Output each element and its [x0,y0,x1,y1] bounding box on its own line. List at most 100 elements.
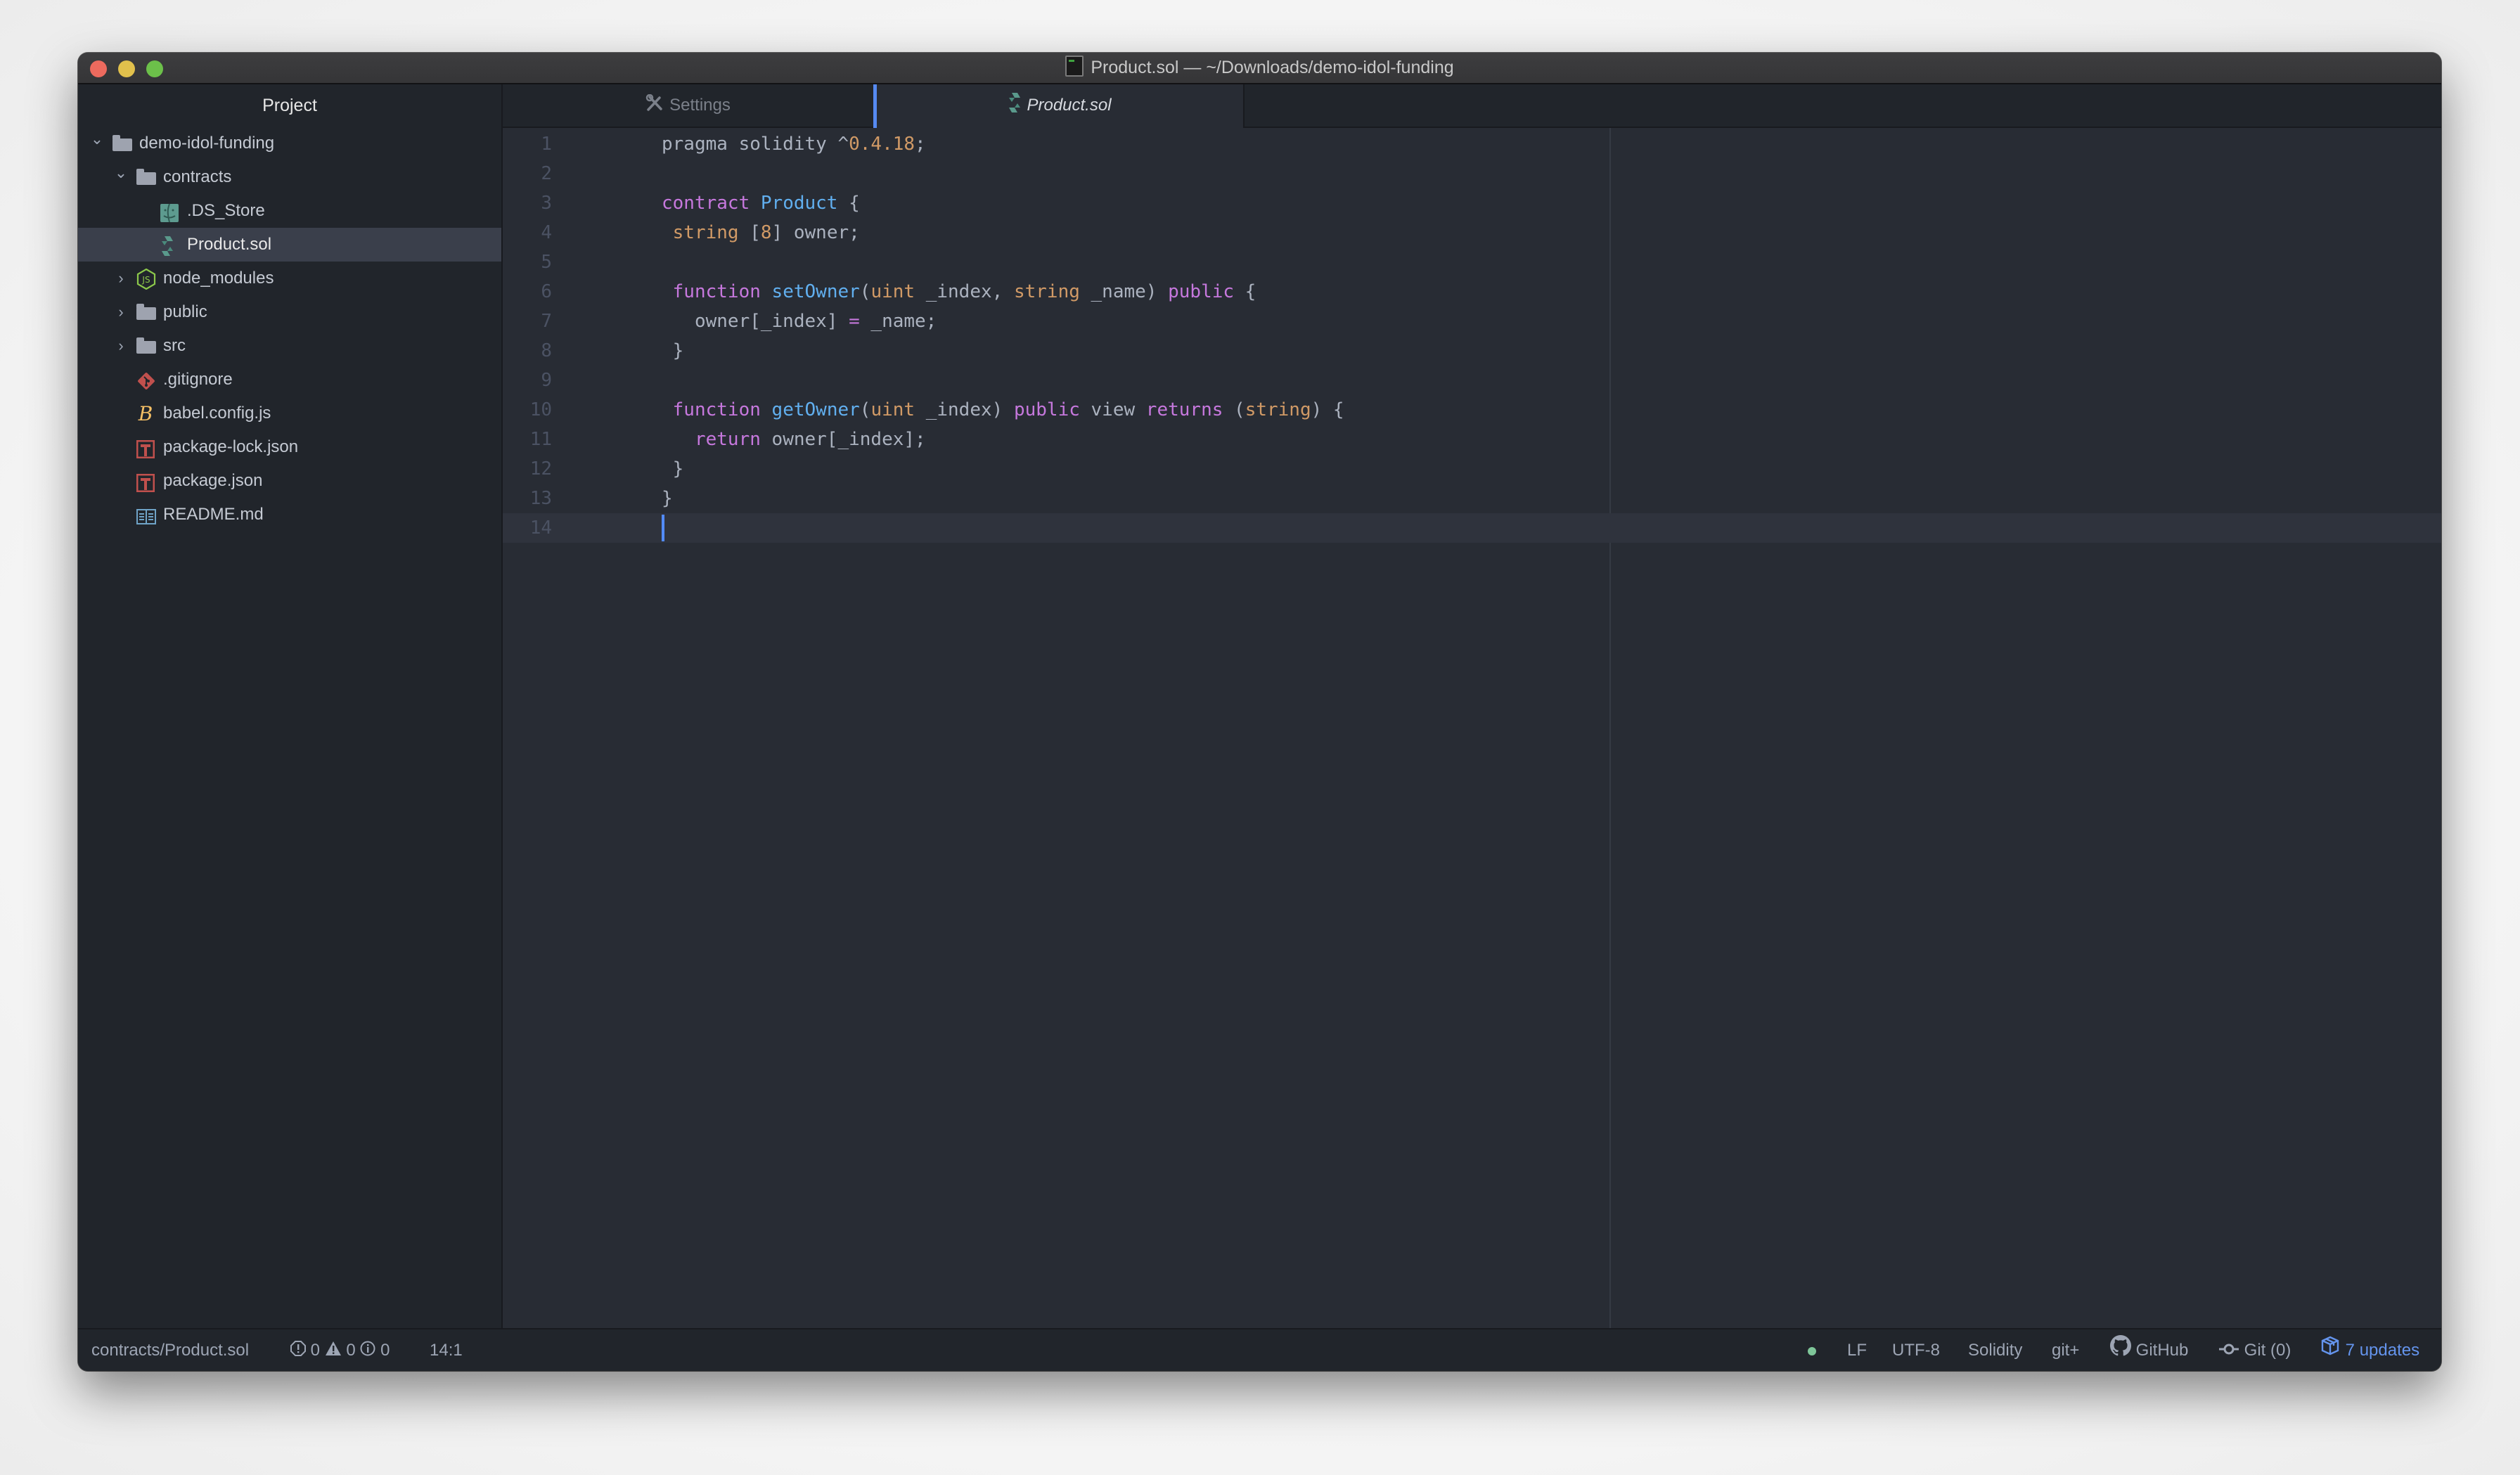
encoding-status[interactable]: UTF-8 [1892,1329,1940,1371]
chevron-right-icon[interactable]: › [112,295,129,329]
code-line[interactable]: 1 pragma solidity ^0.4.18; [503,129,2441,159]
tree-item-node-modules[interactable]: › JS node_modules [78,262,501,295]
code-line[interactable]: 3 contract Product { [503,188,2441,218]
code-text: } [662,336,684,366]
code-line[interactable]: 14 [503,513,2441,543]
line-number: 5 [541,252,552,273]
line-number: 7 [541,311,552,332]
git-plus-status[interactable]: git+ [2052,1329,2079,1371]
code-text: } [662,484,673,513]
code-token: returns [1145,399,1223,420]
updates-status[interactable]: 7 updates [2320,1329,2419,1371]
code-text: } [662,454,684,484]
diagnostics-status[interactable]: 0 0 0 [290,1329,390,1371]
tab-settings[interactable]: Settings [503,84,873,127]
code-token: ) { [1311,399,1344,420]
code-token: _index) [915,399,1014,420]
folder-icon [136,304,156,320]
tree-item-label: public [163,302,207,321]
code-line[interactable]: 13} [503,484,2441,513]
git-label: Git (0) [2244,1341,2291,1360]
tree-item-label: Product.sol [187,235,272,254]
chevron-right-icon[interactable]: › [112,262,129,295]
code-line[interactable]: 8 } [503,336,2441,366]
tree-item-public[interactable]: › public [78,295,501,329]
code-token: string [1013,281,1080,302]
file-path-status[interactable]: contracts/Product.sol [91,1329,249,1371]
svg-text:JS: JS [141,275,150,285]
tree-item-demo-idol-funding[interactable]: ⌄ demo-idol-funding [78,127,501,160]
code-token: string [672,222,739,243]
github-status[interactable]: GitHub [2110,1329,2188,1371]
tab-product-sol[interactable]: Product.sol [873,84,1245,128]
readme-icon [136,504,156,524]
error-count: 0 [310,1341,321,1360]
finder-icon [160,200,179,223]
tree-item-label: package-lock.json [163,437,299,456]
code-line[interactable]: 5 [503,247,2441,277]
code-text: pragma solidity ^0.4.18; [662,129,926,159]
tree-item-package-lock-json[interactable]: package-lock.json [78,430,501,464]
warning-count: 0 [346,1341,356,1360]
code-text: return owner[_index]; [662,425,926,454]
github-label: GitHub [2135,1341,2189,1360]
code-token: _index, [915,281,1014,302]
code-token: } [662,340,684,361]
status-ok-dot [1808,1329,1816,1371]
code-line[interactable]: 12 } [503,454,2441,484]
line-number: 10 [529,399,552,420]
tree-item-readme-md[interactable]: README.md [78,498,501,532]
code-line[interactable]: 4 string [8] owner; [503,218,2441,247]
code-token: view [1079,399,1146,420]
code-token: setOwner [771,281,860,302]
code-token: = [849,311,860,332]
chevron-down-icon[interactable]: ⌄ [112,156,129,190]
code-token: uint [870,281,915,302]
cursor-position-status[interactable]: 14:1 [430,1329,463,1371]
code-token: public [1168,281,1235,302]
document-icon [1065,56,1084,77]
tree-item-contracts[interactable]: ⌄ contracts [78,160,501,194]
line-number: 9 [541,370,552,391]
code-line[interactable]: 2 [503,159,2441,188]
github-icon [2110,1330,2132,1371]
line-number: 2 [541,163,552,184]
code-line[interactable]: 7 owner[_index] = _name; [503,307,2441,336]
git-status[interactable]: Git (0) [2218,1329,2291,1371]
tree-item-gitignore[interactable]: .gitignore [78,363,501,397]
code-token: 8 [760,222,772,243]
tree-item-package-json[interactable]: package.json [78,464,501,498]
npm-icon [136,437,155,459]
babel-icon: B [136,402,155,425]
tab-settings-label: Settings [669,96,731,115]
code-text: owner[_index] = _name; [662,307,937,336]
git-icon [136,369,155,389]
line-ending-status[interactable]: LF [1847,1329,1867,1371]
code-editor[interactable]: 1 pragma solidity ^0.4.18; 2 3 contract Prod… [503,128,2441,1328]
grammar-status[interactable]: Solidity [1968,1329,2022,1371]
tree-item-src[interactable]: › src [78,329,501,363]
package-icon [2320,1330,2341,1371]
tab-product-sol-label: Product.sol [1027,96,1112,115]
code-line[interactable]: 11 return owner[_index]; [503,425,2441,454]
chevron-down-icon[interactable]: ⌄ [89,122,105,156]
code-line[interactable]: 9 [503,366,2441,395]
code-token: } [662,488,673,509]
code-token: getOwner [771,399,860,420]
tree-item-label: package.json [163,471,263,490]
code-token: function [672,281,761,302]
tree-item-ds-store[interactable]: .DS_Store [78,194,501,228]
code-line[interactable]: 10 function getOwner(uint _index) public… [503,395,2441,425]
code-token: ; [915,134,926,155]
code-line[interactable]: 6 function setOwner(uint _index, string … [503,277,2441,307]
atom-editor-window: Product.sol — ~/Downloads/demo-idol-fund… [78,53,2441,1371]
tree-item-product-sol[interactable]: Product.sol [78,228,501,262]
nodejs-icon: JS [136,268,156,290]
chevron-right-icon[interactable]: › [112,329,129,363]
solidity-icon [160,234,179,256]
line-number: 14 [529,517,552,539]
info-count: 0 [380,1341,390,1360]
tree-item-babel-config-js[interactable]: Bbabel.config.js [78,397,501,430]
